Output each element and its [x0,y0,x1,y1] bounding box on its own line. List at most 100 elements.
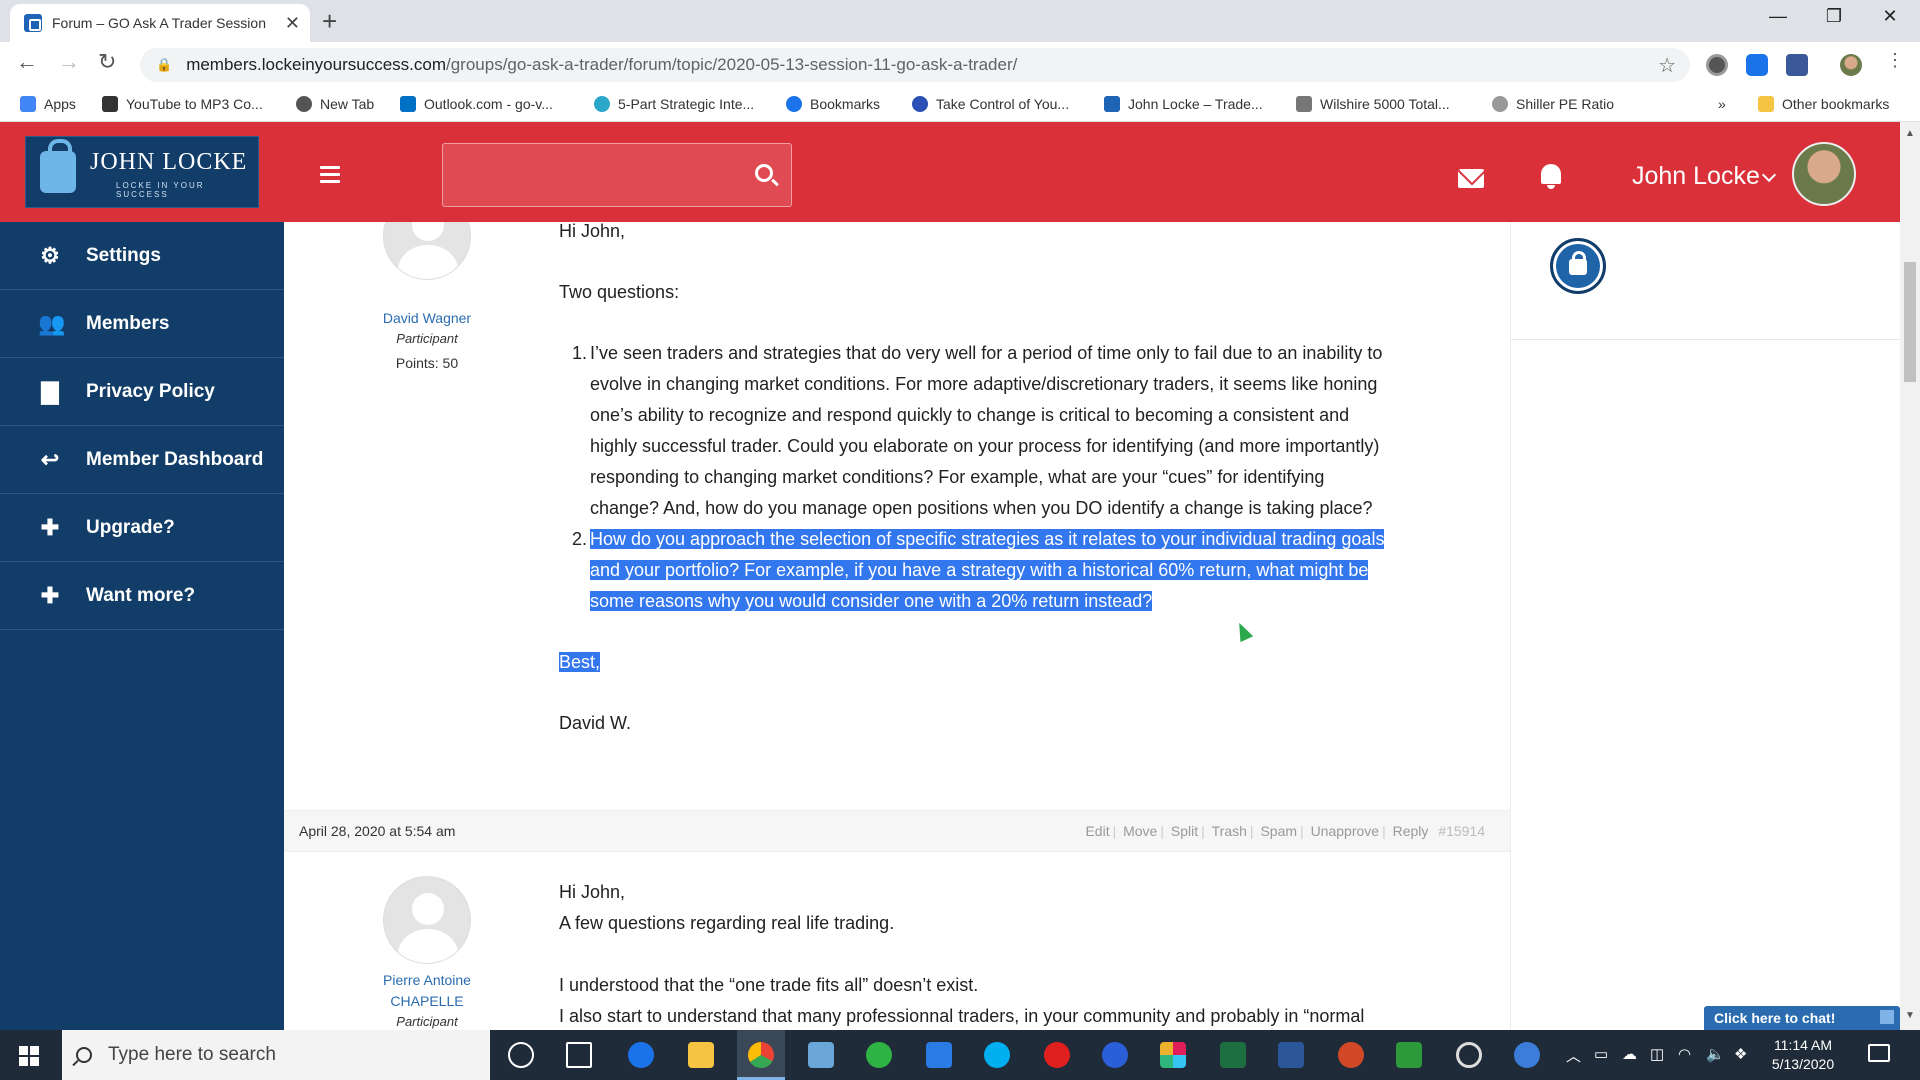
bookmark-label: 5-Part Strategic Inte... [618,96,755,112]
bookmark-john-locke[interactable]: John Locke – Trade... [1104,96,1263,112]
chat-button[interactable]: Click here to chat! [1704,1006,1900,1030]
tray-expand-icon[interactable]: ︿ [1566,1045,1581,1066]
user-avatar[interactable] [1792,142,1856,206]
notification-center-icon[interactable] [1868,1044,1890,1062]
user-menu-name[interactable]: John Locke [1632,162,1760,191]
reply-link[interactable]: Reply [1393,823,1429,839]
bell-icon[interactable] [1540,164,1562,189]
opera-icon[interactable] [1044,1042,1070,1068]
network-icon[interactable]: ◫ [1650,1045,1664,1063]
bookmark-label: Take Control of You... [936,96,1070,112]
extension-mail-icon[interactable] [1786,54,1808,76]
trading-app-icon[interactable] [1396,1042,1422,1068]
bookmark-star-icon[interactable]: ☆ [1658,53,1676,78]
scroll-thumb[interactable] [1904,262,1916,382]
window-minimize-button[interactable]: — [1758,6,1798,27]
group-logo-icon[interactable] [1550,238,1606,294]
url-text[interactable]: members.lockeinyoursuccess.com/groups/go… [186,55,1658,75]
bookmark-take-control[interactable]: Take Control of You... [912,96,1069,112]
slack-icon[interactable] [1160,1042,1186,1068]
site-logo[interactable]: JOHN LOCKE LOCKE IN YOUR SUCCESS [25,136,259,208]
bookmark-outlook[interactable]: Outlook.com - go-v... [400,96,553,112]
media-player-icon[interactable] [1102,1042,1128,1068]
move-link[interactable]: Move [1123,823,1157,839]
edit-link[interactable]: Edit [1085,823,1109,839]
bookmark-youtube-mp3[interactable]: YouTube to MP3 Co... [102,96,263,112]
author-avatar[interactable] [383,876,471,964]
author-avatar[interactable] [383,222,471,280]
dropbox-icon[interactable]: ❖ [1734,1045,1747,1063]
address-bar[interactable]: 🔒 members.lockeinyoursuccess.com/groups/… [140,48,1690,82]
split-link[interactable]: Split [1171,823,1198,839]
snowflake-icon[interactable] [1514,1042,1540,1068]
sidebar-item-privacy-policy[interactable]: ▇ Privacy Policy [0,358,284,426]
back-arrow-icon[interactable]: ← [16,51,38,73]
bookmark-wilshire[interactable]: Wilshire 5000 Total... [1296,96,1450,112]
sidebar-item-members[interactable]: 👥 Members [0,290,284,358]
sidebar-item-upgrade[interactable]: ✚ Upgrade? [0,494,284,562]
edge-icon[interactable] [628,1042,654,1068]
bookmark-5-part[interactable]: 5-Part Strategic Inte... [594,96,754,112]
tab-close-icon[interactable]: ✕ [285,14,300,32]
chevron-down-icon[interactable] [1761,167,1777,183]
window-restore-button[interactable]: ❐ [1814,6,1854,27]
hamburger-menu-icon[interactable] [320,166,340,187]
sidebar-item-settings[interactable]: ⚙ Settings [0,222,284,290]
spam-link[interactable]: Spam [1260,823,1297,839]
envelope-icon[interactable] [1458,169,1484,188]
powerpoint-icon[interactable] [1338,1042,1364,1068]
skype-icon[interactable] [984,1042,1010,1068]
scroll-down-icon[interactable]: ▼ [1905,1010,1915,1021]
battery-icon[interactable]: ▭ [1594,1045,1608,1063]
evernote-icon[interactable] [866,1042,892,1068]
sidebar-item-label: Want more? [86,584,196,606]
bookmark-shiller[interactable]: Shiller PE Ratio [1492,96,1614,112]
post-id-link[interactable]: #15914 [1438,823,1485,839]
task-view-icon[interactable] [566,1042,592,1068]
excel-icon[interactable] [1220,1042,1246,1068]
search-icon[interactable] [755,164,773,182]
menu-kebab-icon[interactable]: ⋮ [1886,51,1904,69]
trash-link[interactable]: Trash [1212,823,1247,839]
paragraph-line: one’s ability to recognize and respond q… [590,405,1350,425]
word-icon[interactable] [1278,1042,1304,1068]
todo-check-icon[interactable] [926,1042,952,1068]
author-name-link[interactable]: Pierre Antoine CHAPELLE [372,970,482,1012]
reply-all-icon: ↩ [40,446,60,472]
browser-tab-active[interactable]: Forum – GO Ask A Trader Session ✕ [10,4,310,42]
wifi-icon[interactable]: ◠ [1678,1045,1691,1063]
obs-icon[interactable] [1456,1042,1482,1068]
other-bookmarks-folder[interactable]: Other bookmarks [1758,96,1889,112]
author-role: Participant [396,1014,458,1029]
cortana-icon[interactable] [508,1042,534,1068]
file-explorer-icon[interactable] [688,1042,714,1068]
new-tab-button[interactable]: + [322,8,337,34]
windows-start-icon[interactable] [19,1046,39,1066]
reload-icon[interactable]: ↻ [98,51,116,73]
taskbar-search-input[interactable]: Type here to search [62,1030,490,1080]
profile-avatar[interactable] [1840,54,1862,76]
onedrive-icon[interactable]: ☁ [1622,1045,1637,1063]
bookmark-new-tab[interactable]: New Tab [296,96,374,112]
chrome-icon[interactable] [748,1042,774,1068]
unapprove-link[interactable]: Unapprove [1311,823,1380,839]
bookmark-apps[interactable]: Apps [20,96,76,112]
more-bookmarks-button[interactable]: » [1718,96,1726,112]
volume-icon[interactable]: 🔈 [1706,1045,1725,1063]
site-search-input[interactable] [442,143,792,207]
chat-minimize-icon[interactable] [1880,1010,1894,1024]
forward-arrow-icon[interactable]: → [58,51,80,73]
page-scrollbar[interactable]: ▲ ▼ [1900,122,1920,1030]
sidebar-item-want-more[interactable]: ✚ Want more? [0,562,284,630]
extension-circle-icon[interactable] [1706,54,1728,76]
extension-shield-icon[interactable] [1746,54,1768,76]
window-close-button[interactable]: ✕ [1870,6,1910,27]
notebook-icon[interactable] [808,1042,834,1068]
selected-text-line: and your portfolio? For example, if you … [590,560,1369,580]
sidebar-item-member-dashboard[interactable]: ↩ Member Dashboard [0,426,284,494]
taskbar-clock[interactable]: 11:14 AM 5/13/2020 [1758,1036,1848,1074]
bookmark-bookmarks[interactable]: Bookmarks [786,96,880,112]
author-name-link[interactable]: David Wagner [327,308,527,329]
scroll-up-icon[interactable]: ▲ [1905,128,1915,139]
list-number: 2. [572,529,588,549]
